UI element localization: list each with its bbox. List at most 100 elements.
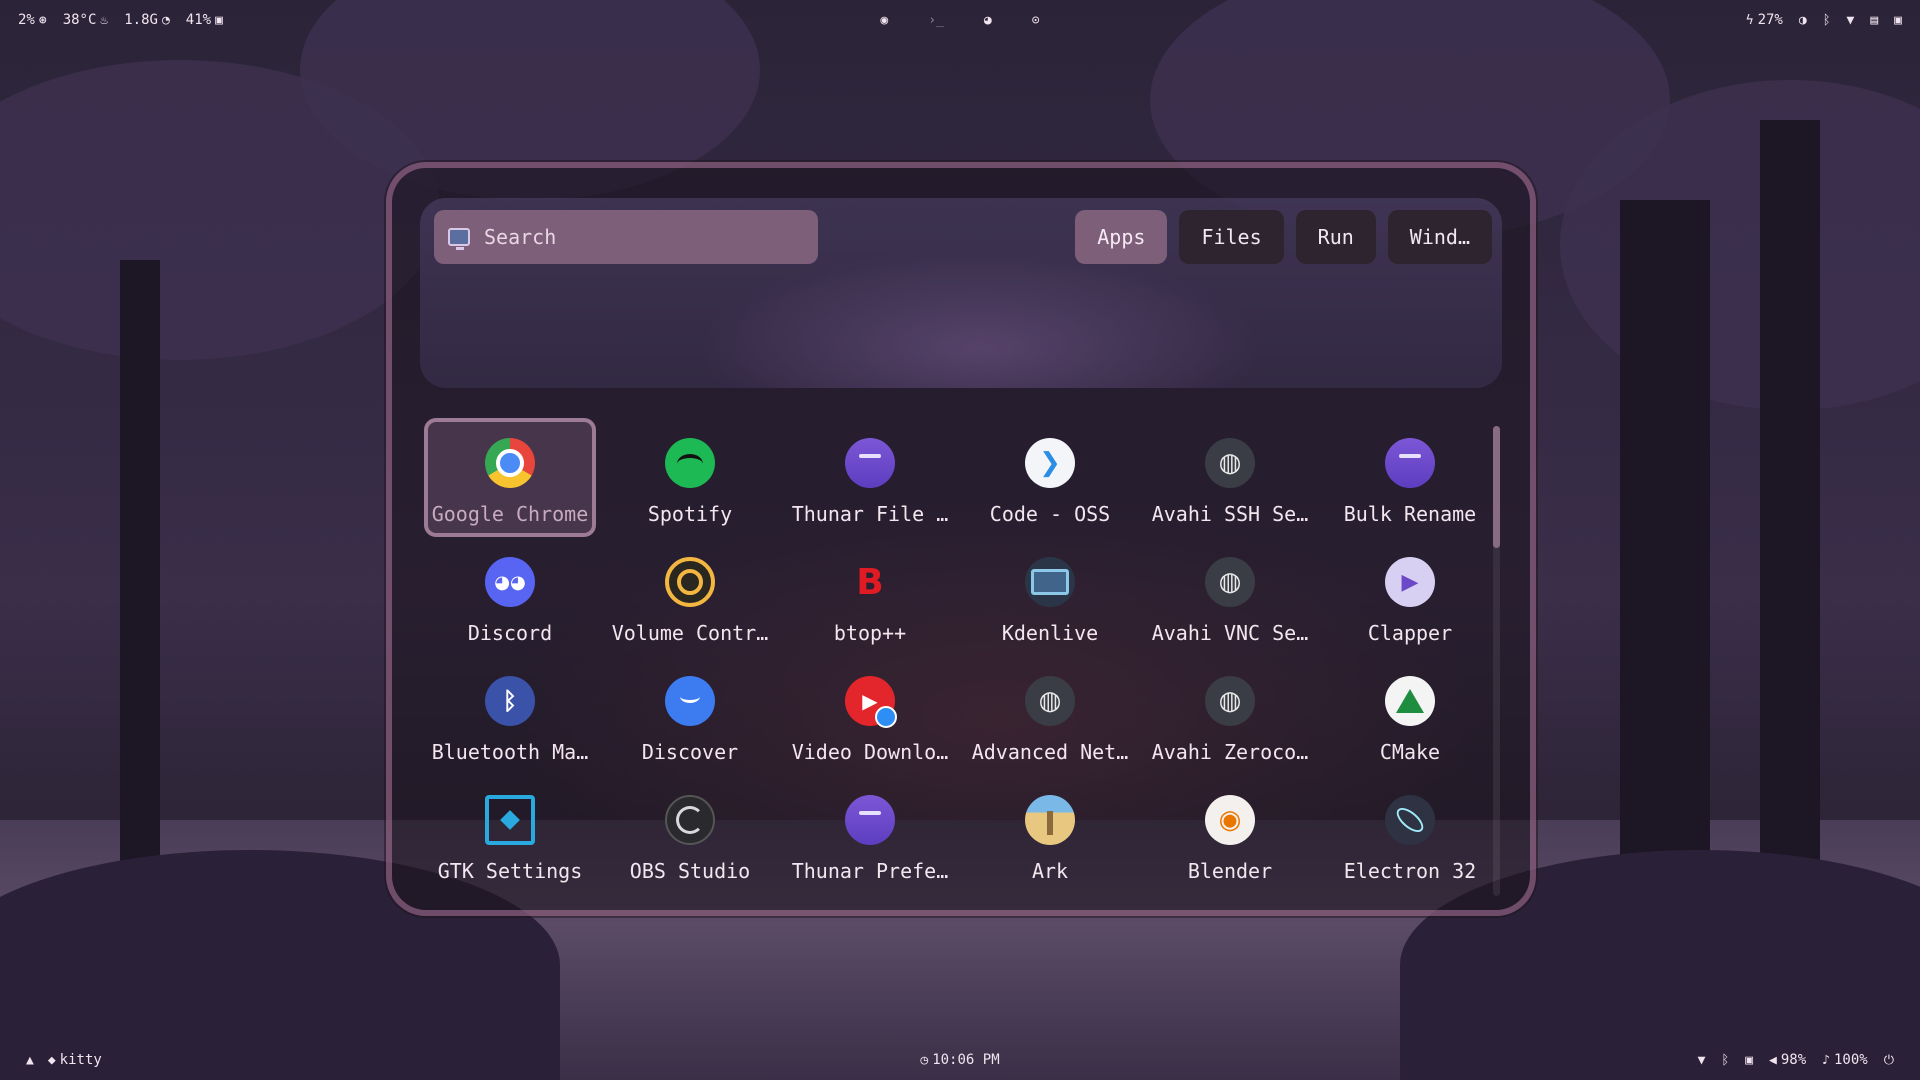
discord-icon: ◕◕ — [485, 557, 535, 607]
search-placeholder: Search — [484, 225, 557, 249]
scrollbar[interactable] — [1493, 426, 1500, 896]
app-item[interactable]: Bulk Rename — [1320, 418, 1500, 537]
disk-usage[interactable]: 41% ▣ — [186, 12, 223, 28]
lock-icon[interactable]: ▣ — [1894, 14, 1902, 27]
tab-run[interactable]: Run — [1295, 210, 1376, 264]
app-item[interactable]: Volume Contr… — [600, 537, 780, 656]
ark-archive-icon — [1025, 795, 1075, 845]
folder-icon — [845, 795, 895, 845]
app-item[interactable]: ▶ Video Downlo… — [780, 656, 960, 775]
clock[interactable]: ◷ 10:06 PM — [920, 1052, 999, 1068]
tab-windows[interactable]: Wind… — [1387, 210, 1492, 264]
electron-icon — [1385, 795, 1435, 845]
wifi-icon[interactable]: ▼ — [1698, 1054, 1706, 1067]
tab-files[interactable]: Files — [1179, 210, 1284, 264]
bluetooth-tray-icon[interactable]: ᛒ — [1721, 1054, 1729, 1067]
speaker-icon: ◀ — [1769, 1052, 1777, 1068]
app-item[interactable]: Bbtop++ — [780, 537, 960, 656]
wifi-icon[interactable]: ▼ — [1847, 14, 1855, 27]
app-item[interactable]: Kdenlive — [960, 537, 1140, 656]
top-status-bar: 2% ⊛ 38°C ♨ 1.8G ◔ 41% ▣ ◉ ›_ ◕ ⊙ ϟ 27% ◑ ᛒ ▼… — [0, 0, 1920, 40]
app-item[interactable]: ◍ Avahi VNC Se… — [1140, 537, 1320, 656]
volume-control-icon — [665, 557, 715, 607]
cpu-icon: ⊛ — [38, 12, 47, 28]
app-item[interactable]: Electron 32 — [1320, 775, 1500, 894]
network-globe-icon: ◍ — [1205, 676, 1255, 726]
terminal-icon[interactable]: ›_ — [928, 14, 944, 27]
app-item[interactable]: OBS Studio — [600, 775, 780, 894]
app-item[interactable]: ◍ Advanced Net… — [960, 656, 1140, 775]
app-label: GTK Settings — [437, 859, 583, 883]
clock-icon: ◷ — [920, 1052, 929, 1068]
mic-status[interactable]: ♪ 100% — [1822, 1052, 1868, 1068]
spotify-icon — [665, 438, 715, 488]
bottom-status-bar: ▲ ◆ kitty ◷ 10:06 PM ▼ ᛒ ▣ ◀ 98% ♪ 100% ⏻ — [0, 1040, 1920, 1080]
arch-logo-icon[interactable]: ▲ — [26, 1054, 34, 1067]
network-globe-icon: ◍ — [1025, 676, 1075, 726]
discover-icon — [665, 676, 715, 726]
kdenlive-icon — [1025, 557, 1075, 607]
app-item[interactable]: ◉ Blender — [1140, 775, 1320, 894]
scrollbar-thumb[interactable] — [1493, 426, 1500, 548]
app-item[interactable]: ◍ Avahi SSH Se… — [1140, 418, 1320, 537]
cpu-temperature[interactable]: 38°C ♨ — [63, 12, 109, 28]
app-label: OBS Studio — [629, 859, 751, 883]
app-label: Discord — [467, 621, 553, 645]
app-label: Thunar File … — [791, 502, 949, 526]
active-window[interactable]: ◆ kitty — [48, 1052, 102, 1068]
monitor-icon — [448, 228, 470, 250]
app-item[interactable]: ▶ Clapper — [1320, 537, 1500, 656]
app-label: Discover — [641, 740, 739, 764]
app-item[interactable]: ◍ Avahi Zeroco… — [1140, 656, 1320, 775]
app-item[interactable]: ᛒ Bluetooth Ma… — [420, 656, 600, 775]
app-item[interactable]: ❯ Code - OSS — [960, 418, 1140, 537]
video-download-icon: ▶ — [845, 676, 897, 728]
cpu-usage[interactable]: 2% ⊛ — [18, 12, 47, 28]
keyboard-lock-icon[interactable]: ▣ — [1745, 1054, 1753, 1067]
tab-apps[interactable]: Apps — [1075, 210, 1168, 264]
app-label: Avahi SSH Se… — [1151, 502, 1309, 526]
network-globe-icon: ◍ — [1205, 557, 1255, 607]
app-label: CMake — [1379, 740, 1441, 764]
search-input[interactable]: Search — [434, 210, 818, 264]
bluetooth-tray-icon[interactable]: ᛒ — [1823, 14, 1831, 27]
flame-icon: ♨ — [100, 12, 109, 28]
discord-tray-icon[interactable]: ◕ — [984, 14, 992, 27]
app-item[interactable]: Discover — [600, 656, 780, 775]
app-label: Thunar Prefe… — [791, 859, 949, 883]
disk-icon: ▣ — [215, 12, 223, 28]
record-icon[interactable]: ⊙ — [1032, 14, 1040, 27]
obs-icon — [665, 795, 715, 845]
btop-icon: B — [856, 561, 884, 603]
power-icon[interactable]: ⏻ — [1884, 1054, 1894, 1067]
app-item[interactable]: Google Chrome — [424, 418, 596, 537]
app-item[interactable]: Ark — [960, 775, 1140, 894]
wallpaper-icon[interactable]: ▤ — [1870, 14, 1878, 27]
app-item[interactable]: CMake — [1320, 656, 1500, 775]
app-item[interactable]: GTK Settings — [420, 775, 600, 894]
app-label: btop++ — [833, 621, 907, 645]
mode-tabs: Apps Files Run Wind… — [1075, 210, 1492, 264]
blender-icon: ◉ — [1205, 795, 1255, 845]
eye-icon[interactable]: ◉ — [880, 14, 888, 27]
app-item[interactable]: Spotify — [600, 418, 780, 537]
night-mode-icon[interactable]: ◑ — [1799, 14, 1807, 27]
app-label: Ark — [1031, 859, 1069, 883]
charging-icon: ϟ — [1745, 12, 1754, 28]
volume-status[interactable]: ◀ 98% — [1769, 1052, 1806, 1068]
bluetooth-icon: ᛒ — [485, 676, 535, 726]
app-label: Bluetooth Ma… — [431, 740, 589, 764]
memory-usage[interactable]: 1.8G ◔ — [124, 12, 170, 28]
battery-status[interactable]: ϟ 27% — [1746, 12, 1783, 28]
cmake-icon — [1385, 676, 1435, 726]
app-launcher: Search Apps Files Run Wind… Google Chrom… — [386, 162, 1536, 916]
app-label: Video Downlo… — [791, 740, 949, 764]
app-label: Volume Contr… — [611, 621, 769, 645]
app-label: Bulk Rename — [1343, 502, 1477, 526]
app-item[interactable]: Thunar Prefe… — [780, 775, 960, 894]
clapper-icon: ▶ — [1385, 557, 1435, 607]
app-item[interactable]: Thunar File … — [780, 418, 960, 537]
launcher-header: Search Apps Files Run Wind… — [420, 198, 1502, 388]
app-item[interactable]: ◕◕ Discord — [420, 537, 600, 656]
network-globe-icon: ◍ — [1205, 438, 1255, 488]
